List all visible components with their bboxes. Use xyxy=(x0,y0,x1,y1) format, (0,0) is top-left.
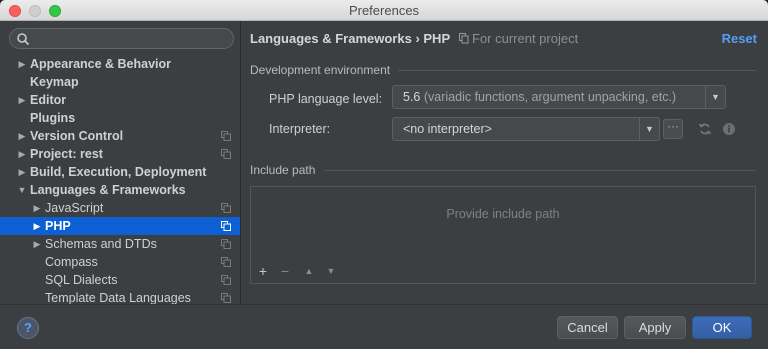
remove-path-icon[interactable]: − xyxy=(278,264,292,278)
interpreter-more-button[interactable]: ··· xyxy=(663,119,683,139)
settings-tree: ▶ Appearance & Behavior Keymap ▶ Editor Plugi… xyxy=(0,55,240,304)
include-path-list[interactable]: Provide include path + − ▲ ▼ xyxy=(250,186,756,284)
cancel-button[interactable]: Cancel xyxy=(557,316,618,339)
sidebar-item-label: Project: rest xyxy=(30,147,103,161)
sidebar-item-version-control[interactable]: ▶ Version Control xyxy=(0,127,240,145)
sidebar-item-label: Version Control xyxy=(30,129,124,143)
php-level-label: PHP language level: xyxy=(269,92,383,106)
project-scope-icon xyxy=(221,257,231,267)
sidebar-item-plugins[interactable]: Plugins xyxy=(0,109,240,127)
sidebar-item-label: Template Data Languages xyxy=(45,291,191,304)
chevron-down-icon[interactable]: ▼ xyxy=(705,86,725,108)
interpreter-label: Interpreter: xyxy=(269,122,331,136)
settings-search-input[interactable] xyxy=(9,28,234,49)
add-path-icon[interactable]: + xyxy=(256,264,270,278)
sidebar-item-keymap[interactable]: Keymap xyxy=(0,73,240,91)
sidebar-item-languages-frameworks[interactable]: ▼ Languages & Frameworks xyxy=(0,181,240,199)
include-path-divider xyxy=(324,170,756,171)
sidebar-item-schemas-and-dtds[interactable]: ▶ Schemas and DTDs xyxy=(0,235,240,253)
interpreter-value: <no interpreter> xyxy=(403,122,492,136)
window-title: Preferences xyxy=(348,3,420,18)
help-button[interactable]: ? xyxy=(17,317,39,339)
sidebar-item-editor[interactable]: ▶ Editor xyxy=(0,91,240,109)
sidebar-item-label: Editor xyxy=(30,93,67,107)
settings-sidebar: ▶ Appearance & Behavior Keymap ▶ Editor Plugi… xyxy=(0,21,241,304)
expand-arrow-right-icon[interactable]: ▶ xyxy=(16,145,28,163)
project-scope-icon xyxy=(221,203,231,213)
info-icon[interactable] xyxy=(722,122,736,136)
expand-arrow-down-icon[interactable]: ▼ xyxy=(16,181,28,199)
project-scope-icon xyxy=(459,33,469,44)
project-scope-icon xyxy=(221,221,231,231)
sidebar-item-label: Languages & Frameworks xyxy=(30,183,186,197)
sidebar-item-label: Schemas and DTDs xyxy=(45,237,157,251)
expand-arrow-right-icon[interactable]: ▶ xyxy=(16,91,28,109)
php-level-description: (variadic functions, argument unpacking,… xyxy=(420,90,677,104)
preferences-window: Preferences ▶ Appearance & Behavior Keymap… xyxy=(0,0,768,349)
search-icon xyxy=(17,33,30,46)
sidebar-item-compass[interactable]: Compass xyxy=(0,253,240,271)
sync-icon[interactable] xyxy=(698,122,712,136)
dialog-footer: ? Cancel Apply OK xyxy=(0,304,768,349)
sidebar-item-php[interactable]: ▶ PHP xyxy=(0,217,240,235)
expand-arrow-right-icon[interactable]: ▶ xyxy=(16,163,28,181)
chevron-down-icon[interactable]: ▼ xyxy=(639,118,659,140)
breadcrumb: Languages & Frameworks › PHP xyxy=(250,31,451,46)
interpreter-select[interactable]: <no interpreter> ▼ xyxy=(392,117,660,141)
project-scope-icon xyxy=(221,239,231,249)
php-settings-panel: Languages & Frameworks › PHP For current… xyxy=(242,21,768,304)
reset-link[interactable]: Reset xyxy=(722,31,757,46)
project-scope-icon xyxy=(221,149,231,159)
sidebar-item-appearance-behavior[interactable]: ▶ Appearance & Behavior xyxy=(0,55,240,73)
dev-env-divider xyxy=(398,70,756,71)
project-scope-icon xyxy=(221,131,231,141)
move-up-icon[interactable]: ▲ xyxy=(302,264,316,278)
php-level-version: 5.6 xyxy=(403,90,421,104)
expand-arrow-right-icon[interactable]: ▶ xyxy=(16,55,28,73)
dev-env-section-title: Development environment xyxy=(250,63,391,77)
expand-arrow-right-icon[interactable]: ▶ xyxy=(31,235,43,253)
sidebar-item-label: Plugins xyxy=(30,111,76,125)
sidebar-item-sql-dialects[interactable]: SQL Dialects xyxy=(0,271,240,289)
sidebar-item-label: SQL Dialects xyxy=(45,273,118,287)
title-bar: Preferences xyxy=(0,0,768,21)
ok-button[interactable]: OK xyxy=(692,316,752,339)
php-language-level-select[interactable]: 5.6 (variadic functions, argument unpack… xyxy=(392,85,726,109)
apply-button[interactable]: Apply xyxy=(624,316,686,339)
sidebar-item-label: Compass xyxy=(45,255,98,269)
sidebar-item-label: Keymap xyxy=(30,75,79,89)
sidebar-item-build-execution-deployment[interactable]: ▶ Build, Execution, Deployment xyxy=(0,163,240,181)
sidebar-item-label: Build, Execution, Deployment xyxy=(30,165,207,179)
include-path-section-title: Include path xyxy=(250,163,316,177)
project-scope-icon xyxy=(221,293,231,303)
project-scope-icon xyxy=(221,275,231,285)
move-down-icon[interactable]: ▼ xyxy=(324,264,338,278)
scope-note: For current project xyxy=(472,31,579,46)
include-path-placeholder: Provide include path xyxy=(446,207,560,221)
expand-arrow-right-icon[interactable]: ▶ xyxy=(31,217,43,235)
sidebar-item-javascript[interactable]: ▶ JavaScript xyxy=(0,199,240,217)
sidebar-item-label: JavaScript xyxy=(45,201,104,215)
sidebar-item-label: Appearance & Behavior xyxy=(30,57,172,71)
sidebar-item-project-rest[interactable]: ▶ Project: rest xyxy=(0,145,240,163)
sidebar-item-label: PHP xyxy=(45,219,71,233)
sidebar-item-template-data-languages[interactable]: Template Data Languages xyxy=(0,289,240,304)
php-level-value: 5.6 (variadic functions, argument unpack… xyxy=(403,90,676,104)
expand-arrow-right-icon[interactable]: ▶ xyxy=(16,127,28,145)
expand-arrow-right-icon[interactable]: ▶ xyxy=(31,199,43,217)
